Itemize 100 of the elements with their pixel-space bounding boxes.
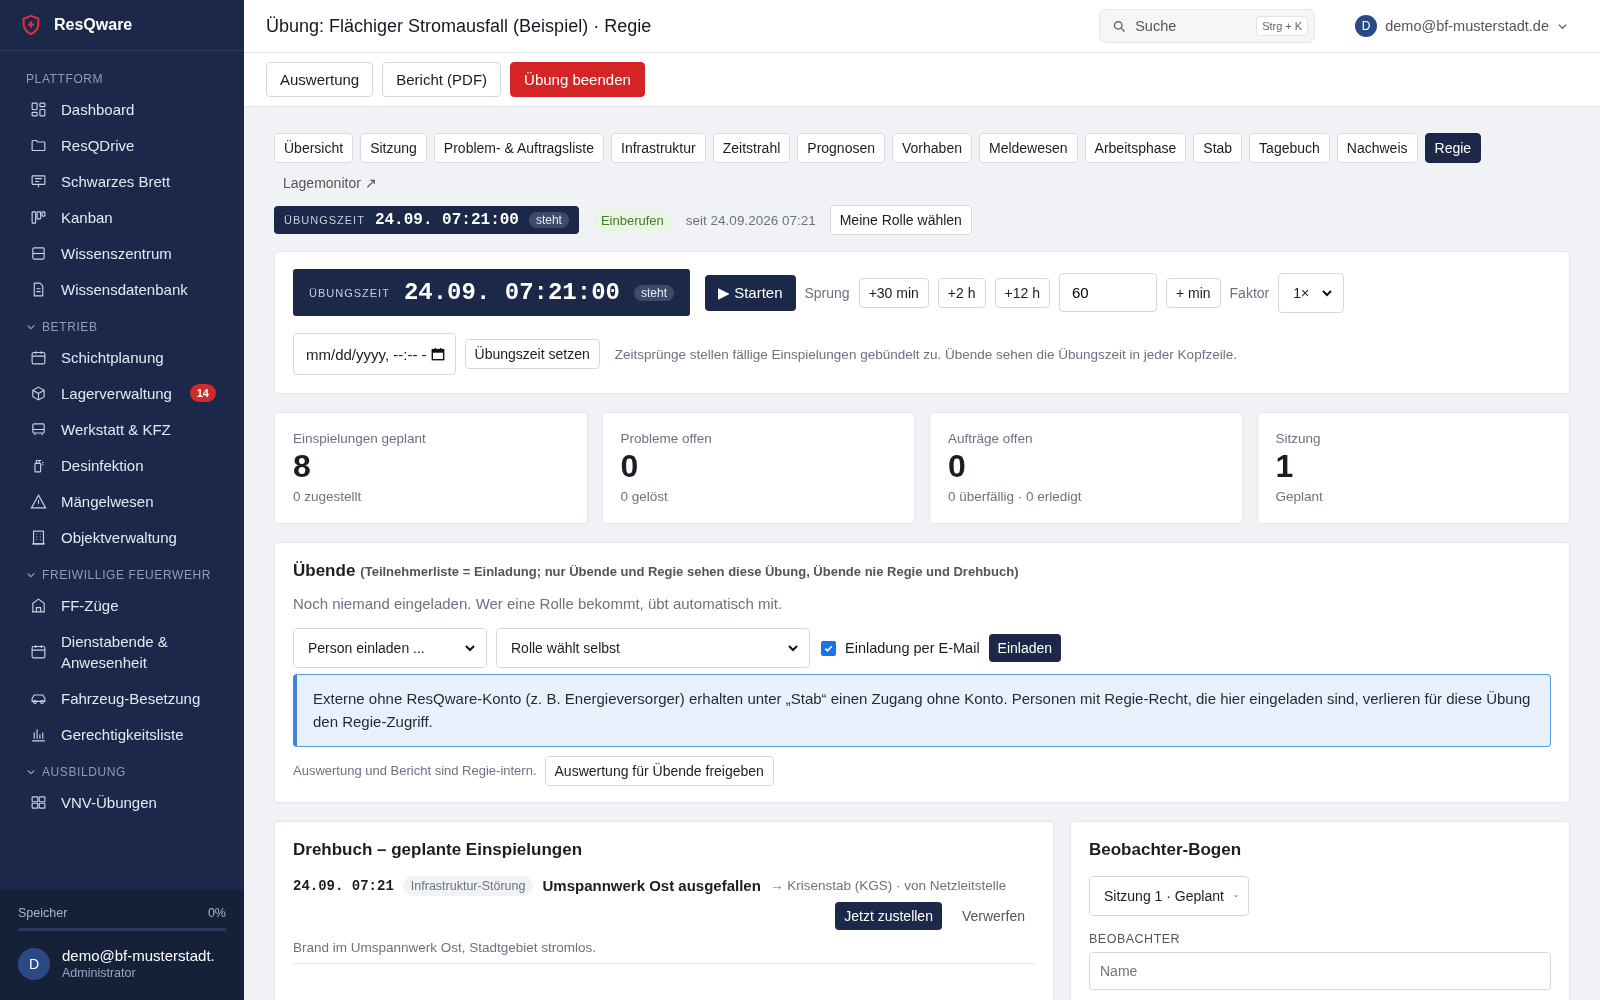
info-text: Externe ohne ResQware-Konto (z. B. Energieversorger) erhalten unter „Stab“ einen Zugang ohne Konto. Personen mit Regie-Recht, die hier eingeladen sind, verlieren für diese Übung den Regie-Zugriff. xyxy=(313,690,1531,731)
tab[interactable]: Tagebuch xyxy=(1249,133,1330,163)
session-select[interactable]: Sitzung 1 · Geplant xyxy=(1089,875,1249,916)
deliver-button[interactable]: Jetzt zustellen xyxy=(835,901,942,930)
sidebar-item[interactable]: FF-Züge xyxy=(0,587,244,623)
sidebar-item[interactable]: Schwarzes Brett xyxy=(0,163,244,199)
section-heading: BETRIEB xyxy=(42,320,98,334)
invite-button[interactable]: Einladen xyxy=(988,634,1062,662)
hint-text: Zeitsprünge stellen fällige Einspielungen gebündelt zu. Übende sehen die Übungszeit in jeder Kopfzeile. xyxy=(614,346,1237,362)
field-label: BEOBACHTER xyxy=(1089,931,1182,946)
user-role: Administrator xyxy=(62,966,137,980)
storage-label: Speicher xyxy=(18,906,68,920)
tab[interactable]: Problem- & Auftragsliste xyxy=(433,133,604,163)
card-title: Beobachter-Bogen xyxy=(1089,839,1243,860)
jump-label: Sprung xyxy=(804,284,850,301)
building-icon xyxy=(30,528,47,546)
stat-label: Sitzung xyxy=(1275,431,1322,446)
section-heading: FREIWILLIGE FEUERWEHR xyxy=(42,568,212,582)
user-avatar: D xyxy=(18,947,50,980)
shield-logo-icon xyxy=(20,14,42,36)
tab[interactable]: Übersicht xyxy=(274,133,354,163)
sidebar-item[interactable]: Kanban xyxy=(0,199,244,235)
discard-button[interactable]: Verwerfen xyxy=(951,901,1035,930)
sidebar-item[interactable]: ResQDrive xyxy=(0,127,244,163)
sidebar-item[interactable]: Dienstabende & Anwesenheit xyxy=(0,623,244,680)
tab[interactable]: Prognosen xyxy=(797,133,885,163)
role-button[interactable]: Meine Rolle wählen xyxy=(829,205,972,235)
exercise-clock: ÜBUNGSZEIT 24.09. 07:21:00 steht xyxy=(293,269,690,316)
entry-description: Brand im Umspannwerk Ost, Stadtgebiet stromlos. xyxy=(293,939,598,955)
account-menu[interactable]: D demo@bf-musterstadt.de xyxy=(1355,15,1568,37)
tab[interactable]: Stab xyxy=(1193,133,1243,163)
checkbox[interactable] xyxy=(821,640,836,656)
stat-value: 0 xyxy=(948,448,967,485)
stat-label: Probleme offen xyxy=(620,431,713,446)
stat-label: Aufträge offen xyxy=(948,431,1034,446)
calendar-icon xyxy=(30,643,47,660)
action-button[interactable]: Übung beenden xyxy=(510,62,645,97)
add-minutes-button[interactable]: + min xyxy=(1165,277,1221,308)
sidebar-item[interactable]: Lagerverwaltung 14 xyxy=(0,375,244,411)
cube-icon xyxy=(30,384,47,402)
sidebar-item[interactable]: Wissenszentrum xyxy=(0,235,244,271)
empty-text: Noch niemand eingeladen. Wer eine Rolle bekommt, übt automatisch mit. xyxy=(293,595,784,612)
start-button[interactable]: ▶ Starten xyxy=(704,274,796,311)
release-button[interactable]: Auswertung für Übende freigeben xyxy=(544,755,774,786)
stat-value: 8 xyxy=(293,448,312,485)
stat-detail: Geplant xyxy=(1275,489,1324,504)
action-button[interactable]: Bericht (PDF) xyxy=(382,62,502,97)
clock-state-badge: steht xyxy=(528,212,569,228)
sidebar-item[interactable]: Wissensdatenbank xyxy=(0,271,244,307)
tab[interactable]: Meldewesen xyxy=(978,133,1078,163)
stat-detail: 0 überfällig · 0 erledigt xyxy=(948,489,1083,504)
sidebar-item[interactable]: Desinfektion xyxy=(0,447,244,483)
sidebar-item[interactable]: Mängelwesen xyxy=(0,483,244,519)
grid-icon xyxy=(30,100,47,118)
tab[interactable]: Regie xyxy=(1424,133,1482,163)
sidebar-item[interactable]: Objektverwaltung xyxy=(0,519,244,555)
section-heading: AUSBILDUNG xyxy=(42,765,127,779)
section-subtitle: (Teilnehmerliste = Einladung; nur Übende und Regie sehen diese Übung, Übende nie Regie und Drehbuch) xyxy=(360,564,1019,579)
jump-button[interactable]: +30 min xyxy=(858,277,929,308)
checkbox-label: Einladung per E-Mail xyxy=(845,640,980,656)
chevron-down-icon[interactable] xyxy=(26,767,36,777)
exercise-clock: ÜBUNGSZEIT 24.09. 07:21:00 steht xyxy=(274,206,579,234)
tab[interactable]: Arbeitsphase xyxy=(1084,133,1187,163)
action-button[interactable]: Auswertung xyxy=(266,62,374,97)
jump-button[interactable]: +12 h xyxy=(994,277,1050,308)
stat-detail: 0 zugestellt xyxy=(293,489,363,504)
chevron-down-icon[interactable] xyxy=(26,322,36,332)
tab[interactable]: Nachweis xyxy=(1336,133,1418,163)
jump-button[interactable]: +2 h xyxy=(937,277,986,308)
tab[interactable]: Zeitstrahl xyxy=(712,133,791,163)
chevron-down-icon[interactable] xyxy=(26,570,36,580)
firehouse-icon xyxy=(30,596,47,614)
tab[interactable]: Infrastruktur xyxy=(611,133,706,163)
name-field[interactable]: Name xyxy=(1089,951,1551,990)
search-field[interactable]: Suche Strg + K xyxy=(1099,9,1316,43)
page-title: Übung: Flächiger Stromausfall (Beispiel) · Regie xyxy=(266,15,653,37)
sidebar-item[interactable]: Werkstatt & KFZ xyxy=(0,411,244,447)
section-heading: PLATTFORM xyxy=(26,72,104,86)
factor-select[interactable]: 1× xyxy=(1278,272,1345,313)
user-name: demo@bf-musterstadt. xyxy=(62,947,215,964)
role-select[interactable]: Rolle wählt selbst xyxy=(496,628,810,668)
grid-icon xyxy=(30,793,47,811)
archive-icon xyxy=(30,244,47,262)
datetime-field[interactable]: mm/dd/yyyy, --:-- - xyxy=(293,333,456,375)
set-time-button[interactable]: Übungszeit setzen xyxy=(464,339,600,369)
minutes-field[interactable]: 60 xyxy=(1058,273,1157,312)
sidebar-item[interactable]: Dashboard xyxy=(0,91,244,127)
chevron-down-icon xyxy=(787,642,799,654)
person-select[interactable]: Person einladen ... xyxy=(293,628,487,668)
route-text: → Krisenstab (KGS) · von Netzleitstelle xyxy=(769,878,1007,893)
note-text: Auswertung und Bericht sind Regie-intern. xyxy=(293,763,537,778)
sidebar-item[interactable]: Gerechtigkeitsliste xyxy=(0,716,244,752)
sidebar-item[interactable]: VNV-Übungen xyxy=(0,784,244,820)
calendar-icon xyxy=(30,348,47,366)
storage-reading: 0% xyxy=(207,906,226,920)
tab[interactable]: Sitzung xyxy=(360,133,427,163)
sidebar-item[interactable]: Schichtplanung xyxy=(0,339,244,375)
monitor-link[interactable]: Lagemonitor ↗ xyxy=(283,175,377,191)
tab[interactable]: Vorhaben xyxy=(892,133,972,163)
sidebar-item[interactable]: Fahrzeug-Besetzung xyxy=(0,680,244,716)
